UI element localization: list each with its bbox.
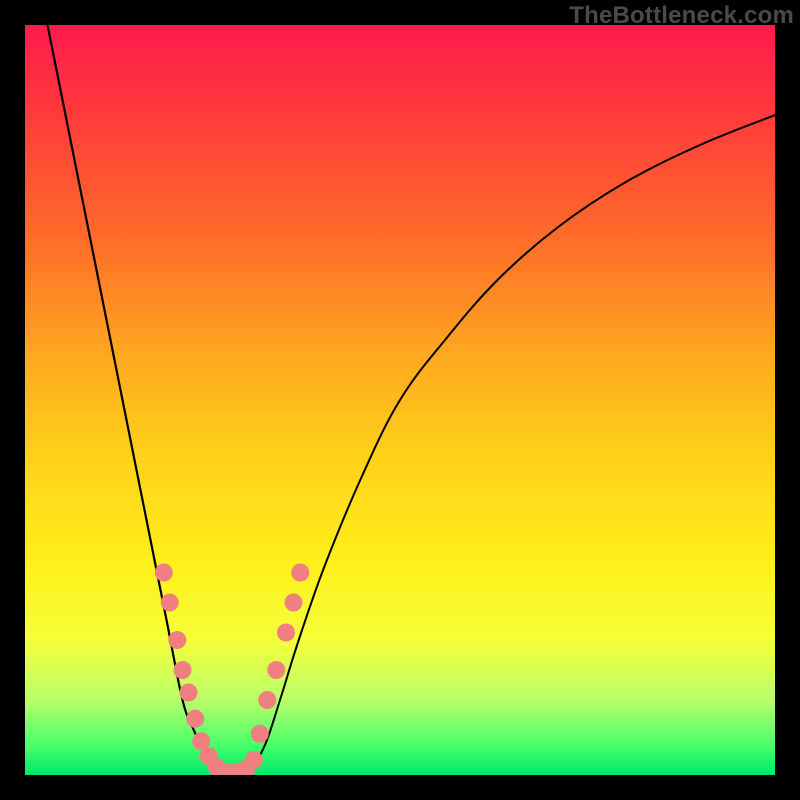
data-dot [174, 661, 192, 679]
data-dot [192, 732, 210, 750]
data-dot [168, 631, 186, 649]
left-branch-curve [48, 25, 228, 771]
data-dot [200, 747, 218, 765]
chart-svg [25, 25, 775, 775]
data-dots-group [155, 564, 310, 776]
data-dot [237, 760, 255, 775]
watermark-text: TheBottleneck.com [569, 2, 794, 30]
data-dot [186, 710, 204, 728]
data-dot [161, 594, 179, 612]
data-dot [291, 564, 309, 582]
data-dot [267, 661, 285, 679]
data-dot [155, 564, 173, 582]
data-dot [258, 691, 276, 709]
data-dot [180, 684, 198, 702]
data-dot [251, 725, 269, 743]
data-dot [245, 751, 263, 769]
data-dot [285, 594, 303, 612]
plot-area [25, 25, 775, 775]
data-dot [208, 759, 226, 776]
data-dot [219, 763, 237, 775]
chart-frame: TheBottleneck.com [0, 0, 800, 800]
data-dot [277, 624, 295, 642]
right-branch-curve [250, 115, 775, 771]
data-dot [228, 764, 246, 775]
